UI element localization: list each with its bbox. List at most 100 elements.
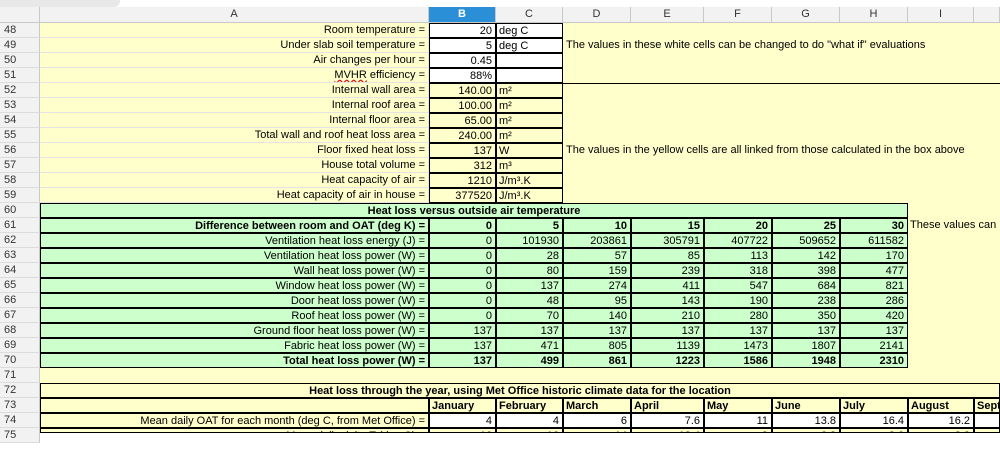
- heat-loss-value[interactable]: 420: [840, 308, 908, 323]
- heat-loss-value[interactable]: 48: [496, 293, 563, 308]
- delta-header-value[interactable]: 5: [496, 218, 563, 233]
- delta-header-value[interactable]: 30: [840, 218, 908, 233]
- linked-unit[interactable]: J/m³.K: [496, 188, 563, 203]
- linked-unit[interactable]: m²: [496, 83, 563, 98]
- heat-loss-value[interactable]: 611582: [840, 233, 908, 248]
- heat-loss-value[interactable]: 137: [429, 323, 496, 338]
- heat-loss-value[interactable]: 2310: [840, 353, 908, 368]
- select-all-corner[interactable]: [0, 7, 40, 23]
- heat-loss-value[interactable]: 2141: [840, 338, 908, 353]
- delta-t-value[interactable]: 9: [704, 428, 772, 433]
- heat-loss-value[interactable]: 821: [840, 278, 908, 293]
- oat-value[interactable]: 6: [563, 413, 631, 428]
- heat-loss-row-label[interactable]: Door heat loss power (W) =: [40, 293, 429, 308]
- heat-loss-value[interactable]: 318: [704, 263, 772, 278]
- month-header[interactable]: May: [704, 398, 772, 413]
- linked-unit[interactable]: W: [496, 143, 563, 158]
- heat-loss-value[interactable]: 0: [429, 308, 496, 323]
- row-header[interactable]: 59: [0, 188, 40, 203]
- heat-loss-value[interactable]: 407722: [704, 233, 772, 248]
- oat-value[interactable]: 11: [704, 413, 772, 428]
- row-header[interactable]: 69: [0, 338, 40, 353]
- input-unit[interactable]: deg C: [496, 38, 563, 53]
- row-header[interactable]: 57: [0, 158, 40, 173]
- cell[interactable]: [908, 293, 1000, 308]
- heat-loss-row-label[interactable]: Fabric heat loss power (W) =: [40, 338, 429, 353]
- heat-loss-value[interactable]: 509652: [772, 233, 840, 248]
- cell[interactable]: [908, 323, 1000, 338]
- delta-header-value[interactable]: 15: [631, 218, 704, 233]
- table1-title[interactable]: Heat loss versus outside air temperature: [40, 203, 908, 218]
- linked-label[interactable]: Heat capacity of air in house =: [40, 188, 429, 203]
- row-header[interactable]: 50: [0, 53, 40, 68]
- heat-loss-value[interactable]: 80: [496, 263, 563, 278]
- heat-loss-value[interactable]: 85: [631, 248, 704, 263]
- heat-loss-value[interactable]: 137: [772, 323, 840, 338]
- heat-loss-value[interactable]: 471: [496, 338, 563, 353]
- heat-loss-value[interactable]: 477: [840, 263, 908, 278]
- delta-t-value[interactable]: 12.4: [631, 428, 704, 433]
- cell[interactable]: [908, 338, 1000, 353]
- heat-loss-value[interactable]: 286: [840, 293, 908, 308]
- oat-value[interactable]: 4: [429, 413, 496, 428]
- row-header[interactable]: 51: [0, 68, 40, 83]
- delta-header-value[interactable]: 10: [563, 218, 631, 233]
- heat-loss-value[interactable]: 0: [429, 263, 496, 278]
- heat-loss-row-label[interactable]: Window heat loss power (W) =: [40, 278, 429, 293]
- row-header[interactable]: 68: [0, 323, 40, 338]
- heat-loss-value[interactable]: 398: [772, 263, 840, 278]
- input-unit[interactable]: [496, 68, 563, 83]
- heat-loss-value[interactable]: 159: [563, 263, 631, 278]
- cell[interactable]: [40, 398, 429, 413]
- heat-loss-value[interactable]: 1223: [631, 353, 704, 368]
- input-value[interactable]: 5: [429, 38, 496, 53]
- heat-loss-value[interactable]: 0: [429, 248, 496, 263]
- table2-title[interactable]: Heat loss through the year, using Met Of…: [40, 383, 1000, 398]
- row-header[interactable]: 49: [0, 38, 40, 53]
- month-header[interactable]: April: [631, 398, 704, 413]
- delta-t-value[interactable]: 16: [496, 428, 563, 433]
- linked-unit[interactable]: J/m³.K: [496, 173, 563, 188]
- linked-unit[interactable]: m²: [496, 113, 563, 128]
- heat-loss-row-label[interactable]: Ventilation heat loss power (W) =: [40, 248, 429, 263]
- row-header[interactable]: 53: [0, 98, 40, 113]
- heat-loss-value[interactable]: 1807: [772, 338, 840, 353]
- column-header-e[interactable]: E: [631, 7, 704, 23]
- linked-value[interactable]: 137: [429, 143, 496, 158]
- linked-label[interactable]: Floor fixed heat loss =: [40, 143, 429, 158]
- heat-loss-value[interactable]: 499: [496, 353, 563, 368]
- heat-loss-value[interactable]: 137: [704, 323, 772, 338]
- heat-loss-value[interactable]: 1586: [704, 353, 772, 368]
- row-header[interactable]: 70: [0, 353, 40, 368]
- heat-loss-value[interactable]: 137: [631, 323, 704, 338]
- input-value[interactable]: 0.45: [429, 53, 496, 68]
- input-value[interactable]: 88%: [429, 68, 496, 83]
- row-header[interactable]: 54: [0, 113, 40, 128]
- heat-loss-value[interactable]: 95: [563, 293, 631, 308]
- column-header-a[interactable]: A: [40, 7, 429, 23]
- heat-loss-value[interactable]: 137: [496, 278, 563, 293]
- input-unit[interactable]: [496, 53, 563, 68]
- heat-loss-value[interactable]: 1948: [772, 353, 840, 368]
- delta-header-label[interactable]: Difference between room and OAT (deg K) …: [40, 218, 429, 233]
- linked-value[interactable]: 1210: [429, 173, 496, 188]
- heat-loss-value[interactable]: 0: [429, 293, 496, 308]
- linked-label[interactable]: House total volume =: [40, 158, 429, 173]
- input-unit[interactable]: deg C: [496, 23, 563, 38]
- heat-loss-row-label[interactable]: Wall heat loss power (W) =: [40, 263, 429, 278]
- heat-loss-row-label[interactable]: Ventilation heat loss energy (J) =: [40, 233, 429, 248]
- heat-loss-value[interactable]: 137: [496, 323, 563, 338]
- column-header-h[interactable]: H: [840, 7, 908, 23]
- heat-loss-value[interactable]: 137: [429, 338, 496, 353]
- column-header-d[interactable]: D: [563, 7, 631, 23]
- oat-value[interactable]: [974, 413, 1000, 428]
- heat-loss-value[interactable]: 274: [563, 278, 631, 293]
- input-label[interactable]: MVHR efficiency =: [40, 68, 429, 83]
- heat-loss-value[interactable]: 137: [840, 323, 908, 338]
- heat-loss-value[interactable]: 190: [704, 293, 772, 308]
- linked-label[interactable]: Internal roof area =: [40, 98, 429, 113]
- cell[interactable]: [908, 353, 1000, 368]
- delta-t-value[interactable]: 3.8: [908, 428, 974, 433]
- month-header[interactable]: July: [840, 398, 908, 413]
- linked-unit[interactable]: m²: [496, 98, 563, 113]
